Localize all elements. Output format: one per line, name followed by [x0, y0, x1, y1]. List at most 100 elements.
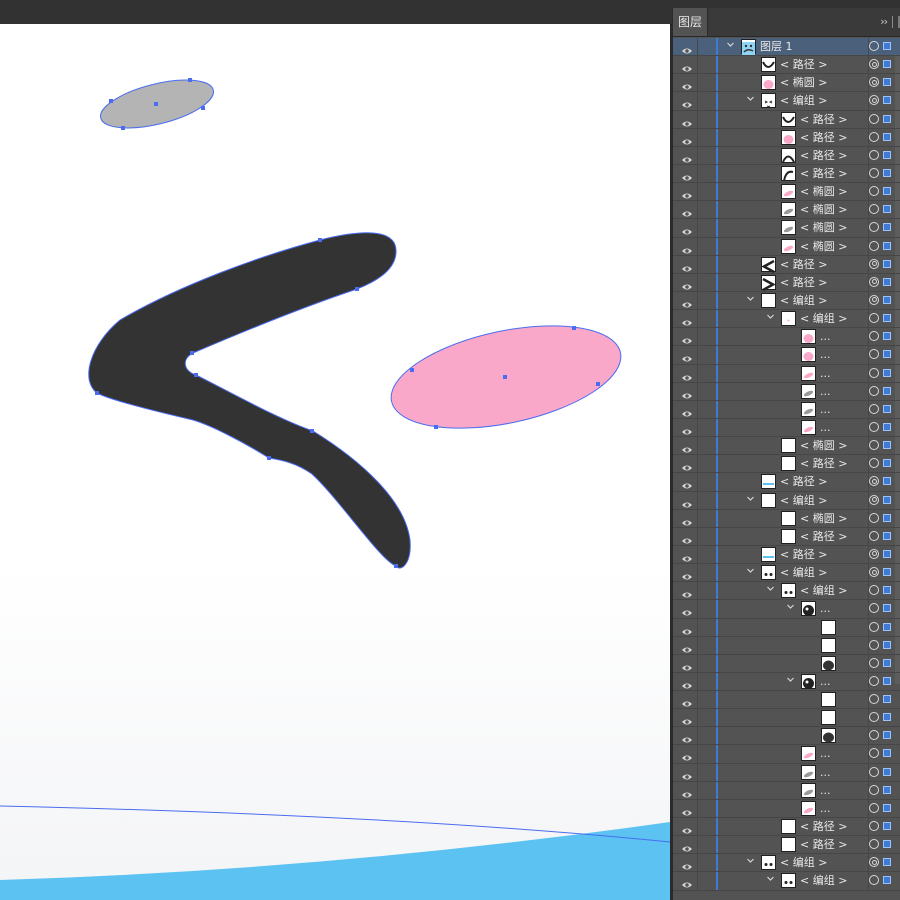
- visibility-eye-icon[interactable]: [681, 567, 693, 580]
- expand-chevron-icon[interactable]: [765, 874, 775, 886]
- lock-toggle[interactable]: [697, 854, 716, 872]
- artwork[interactable]: [0, 24, 670, 900]
- visibility-eye-icon[interactable]: [681, 658, 693, 671]
- layer-name[interactable]: < 路径 >: [800, 529, 847, 545]
- visibility-eye-icon[interactable]: [681, 41, 693, 54]
- selection-indicator[interactable]: [883, 622, 891, 631]
- lock-toggle[interactable]: [697, 509, 716, 527]
- visibility-eye-icon[interactable]: [681, 875, 693, 888]
- selection-indicator[interactable]: [883, 803, 891, 812]
- layer-name[interactable]: < 路径 >: [780, 474, 827, 490]
- target-circle-icon[interactable]: [869, 131, 879, 142]
- layer-name[interactable]: ...: [820, 366, 831, 382]
- anchor-point[interactable]: [394, 564, 398, 568]
- layer-row-top[interactable]: 图层 1: [673, 38, 900, 57]
- anchor-point[interactable]: [572, 326, 576, 330]
- visibility-eye-icon[interactable]: [681, 168, 693, 181]
- lock-toggle[interactable]: [697, 328, 716, 346]
- visibility-eye-icon[interactable]: [681, 422, 693, 435]
- selection-indicator[interactable]: [883, 187, 891, 196]
- visibility-eye-icon[interactable]: [681, 839, 693, 852]
- target-circle-icon[interactable]: [869, 403, 879, 414]
- visibility-eye-icon[interactable]: [681, 440, 693, 453]
- selection-indicator[interactable]: [883, 676, 891, 685]
- visibility-eye-icon[interactable]: [681, 114, 693, 127]
- lock-toggle[interactable]: [697, 727, 716, 745]
- target-circle-icon[interactable]: [869, 458, 879, 469]
- layer-row[interactable]: [673, 709, 900, 728]
- target-circle-icon[interactable]: [869, 821, 879, 832]
- selection-indicator[interactable]: [883, 404, 891, 413]
- selection-indicator[interactable]: [883, 259, 891, 268]
- layer-name[interactable]: < 编组 >: [780, 493, 827, 509]
- layer-row[interactable]: [673, 691, 900, 710]
- lock-toggle[interactable]: [697, 781, 716, 799]
- lock-toggle[interactable]: [697, 38, 716, 56]
- selection-indicator[interactable]: [883, 223, 891, 232]
- layer-row[interactable]: < 编组 >: [673, 310, 900, 329]
- selection-indicator[interactable]: [883, 876, 891, 885]
- layer-row[interactable]: < 路径 >: [673, 836, 900, 855]
- layer-name[interactable]: < 编组 >: [800, 873, 847, 889]
- target-circle-icon[interactable]: [869, 385, 879, 396]
- lock-toggle[interactable]: [697, 455, 716, 473]
- visibility-eye-icon[interactable]: [681, 712, 693, 725]
- target-circle-icon[interactable]: [869, 802, 879, 813]
- target-circle-icon[interactable]: [869, 603, 879, 614]
- selection-indicator[interactable]: [883, 295, 891, 304]
- layer-row[interactable]: [673, 618, 900, 637]
- selection-indicator[interactable]: [883, 586, 891, 595]
- selection-indicator[interactable]: [883, 78, 891, 87]
- layer-name[interactable]: < 路径 >: [800, 130, 847, 146]
- visibility-eye-icon[interactable]: [681, 204, 693, 217]
- layer-row[interactable]: < 编组 >: [673, 92, 900, 111]
- visibility-eye-icon[interactable]: [681, 730, 693, 743]
- selection-indicator[interactable]: [883, 713, 891, 722]
- layer-name[interactable]: ...: [820, 384, 831, 400]
- layer-row[interactable]: < 路径 >: [673, 56, 900, 75]
- visibility-eye-icon[interactable]: [681, 495, 693, 508]
- layer-row[interactable]: ...: [673, 418, 900, 438]
- layer-name[interactable]: < 编组 >: [800, 311, 847, 327]
- selection-indicator[interactable]: [883, 658, 891, 667]
- selection-indicator[interactable]: [883, 840, 891, 849]
- target-circle-icon[interactable]: [869, 367, 879, 378]
- selection-indicator[interactable]: [883, 749, 891, 758]
- selection-indicator[interactable]: [883, 459, 891, 468]
- layer-row[interactable]: ...: [673, 672, 900, 692]
- selection-indicator[interactable]: [883, 422, 891, 431]
- layer-name[interactable]: < 路径 >: [800, 148, 847, 164]
- target-circle-icon[interactable]: [869, 349, 879, 360]
- anchor-point[interactable]: [355, 287, 359, 291]
- layer-name[interactable]: < 椭圆 >: [800, 438, 847, 454]
- expand-chevron-icon[interactable]: [745, 856, 755, 868]
- layer-row[interactable]: ...: [673, 745, 900, 764]
- lock-toggle[interactable]: [697, 183, 716, 201]
- layer-row[interactable]: < 路径 >: [673, 164, 900, 184]
- selection-indicator[interactable]: [883, 822, 891, 831]
- lock-toggle[interactable]: [697, 654, 716, 672]
- layer-name[interactable]: < 路径 >: [800, 837, 847, 853]
- selection-indicator[interactable]: [883, 640, 891, 649]
- visibility-eye-icon[interactable]: [681, 222, 693, 235]
- anchor-point[interactable]: [109, 99, 113, 103]
- lock-toggle[interactable]: [697, 291, 716, 310]
- lock-toggle[interactable]: [697, 527, 716, 545]
- layer-name[interactable]: < 椭圆 >: [800, 202, 847, 218]
- selection-indicator[interactable]: [883, 441, 891, 450]
- target-circle-icon[interactable]: [869, 567, 879, 578]
- target-circle-icon[interactable]: [869, 530, 879, 541]
- layer-row[interactable]: ...: [673, 781, 900, 800]
- target-circle-icon[interactable]: [869, 675, 879, 686]
- target-circle-icon[interactable]: [869, 857, 879, 868]
- visibility-eye-icon[interactable]: [681, 803, 693, 816]
- layer-name[interactable]: ...: [820, 347, 831, 363]
- selection-indicator[interactable]: [883, 132, 891, 141]
- layer-row[interactable]: < 路径 >: [673, 818, 900, 837]
- lock-toggle[interactable]: [697, 400, 716, 418]
- target-circle-icon[interactable]: [869, 331, 879, 342]
- lock-toggle[interactable]: [697, 799, 716, 818]
- visibility-eye-icon[interactable]: [681, 676, 693, 689]
- selection-indicator[interactable]: [883, 114, 891, 123]
- lock-toggle[interactable]: [697, 237, 716, 255]
